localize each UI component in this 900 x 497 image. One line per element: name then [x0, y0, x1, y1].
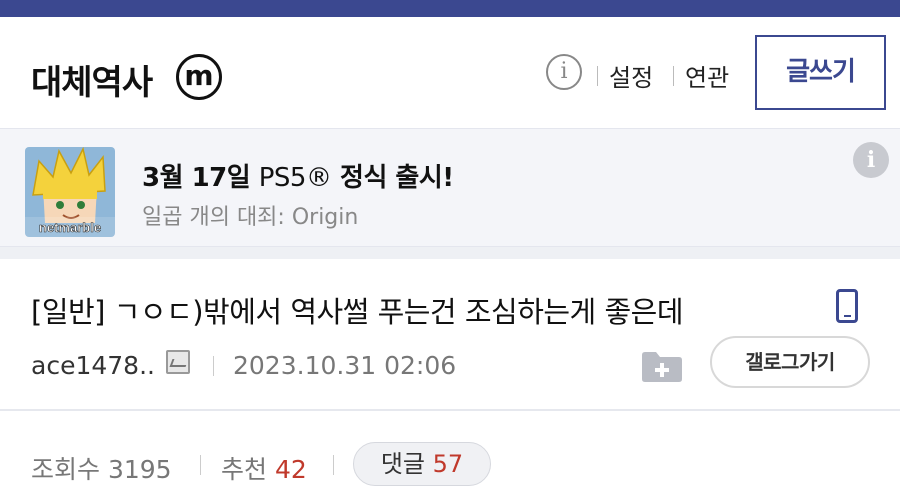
fixed-nickname-icon [166, 350, 190, 374]
divider [200, 455, 201, 475]
views-label: 조회수 [31, 455, 101, 484]
ad-banner[interactable]: netmarble 3월 17일 PS5® 정식 출시! 일곱 개의 대죄: O… [0, 128, 900, 247]
section-gap [0, 247, 900, 259]
top-accent-bar [0, 0, 900, 17]
divider [597, 66, 598, 86]
gallog-button[interactable]: 갤로그가기 [710, 336, 870, 388]
recommend-stat: 추천 42 [221, 450, 307, 486]
ad-headline-prefix: 3월 17일 [142, 163, 251, 193]
author-name[interactable]: ace1478.. [31, 351, 155, 380]
settings-link[interactable]: 설정 [609, 58, 653, 93]
comments-value: 57 [432, 450, 464, 478]
add-folder-icon[interactable] [640, 349, 684, 383]
gallery-header: 대체역사 m i 설정 연관 글쓰기 [0, 17, 900, 128]
minor-gallery-icon: m [176, 54, 222, 100]
ad-headline[interactable]: 3월 17일 PS5® 정식 출시! [142, 157, 454, 194]
game-character-image: netmarble [25, 147, 115, 237]
write-button[interactable]: 글쓰기 [755, 35, 886, 110]
divider [213, 356, 214, 376]
divider [673, 66, 674, 86]
post-date: 2023.10.31 02:06 [233, 351, 457, 380]
ad-headline-suffix: 정식 출시! [340, 163, 454, 193]
views-value: 3195 [107, 455, 172, 484]
ad-info-icon[interactable]: i [853, 142, 889, 178]
divider [333, 455, 334, 475]
post-title: [일반] ㄱㅇㄷ)밖에서 역사썰 푸는건 조심하는게 좋은데 [31, 295, 684, 329]
post-stats: 조회수 3195 추천 42 댓글 57 [0, 411, 900, 497]
recommend-value: 42 [274, 455, 307, 484]
related-link[interactable]: 연관 [685, 58, 729, 93]
info-icon[interactable]: i [546, 54, 582, 90]
netmarble-logo: netmarble [39, 220, 101, 235]
post-header: [일반] ㄱㅇㄷ)밖에서 역사썰 푸는건 조심하는게 좋은데 ace1478..… [0, 259, 900, 411]
mobile-icon [836, 289, 858, 323]
ad-subtitle: 일곱 개의 대죄: Origin [142, 205, 359, 230]
views-stat: 조회수 3195 [31, 450, 172, 486]
ad-headline-platform: PS5® [258, 163, 332, 193]
comments-label: 댓글 [380, 450, 425, 478]
game-thumbnail[interactable]: netmarble [25, 147, 115, 237]
gallery-title[interactable]: 대체역사 [31, 55, 153, 104]
comments-button[interactable]: 댓글 57 [353, 442, 491, 486]
recommend-label: 추천 [221, 455, 268, 484]
